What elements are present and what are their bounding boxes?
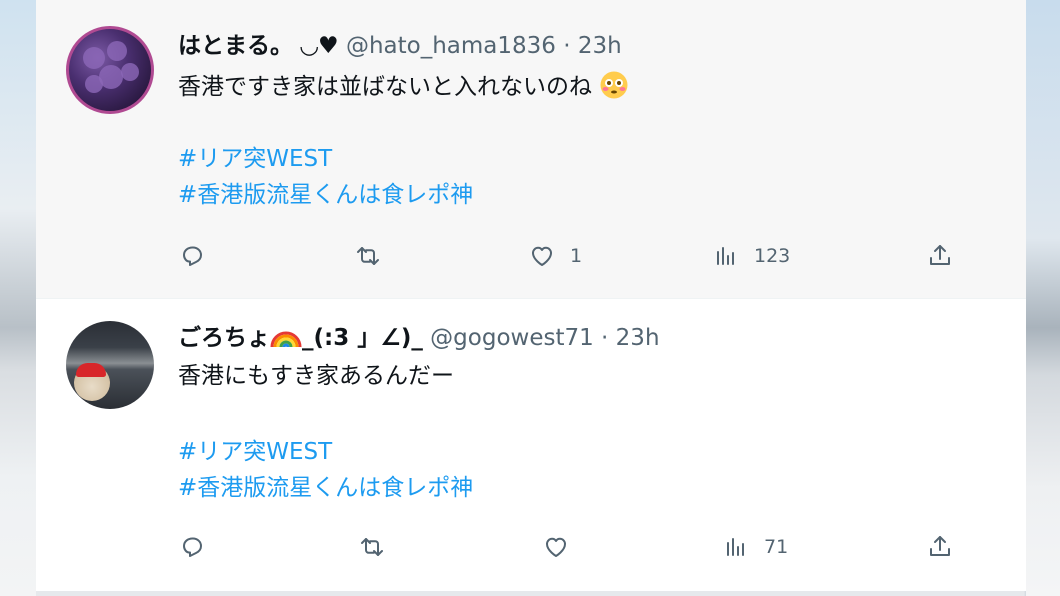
handle-time[interactable]: @gogowest71 · 23h	[430, 325, 659, 351]
share-icon	[930, 536, 950, 556]
retweet-icon	[361, 538, 383, 556]
views-icon	[727, 538, 744, 556]
tweet-text: 香港ですき家は並ばないと入れないのね	[178, 70, 629, 102]
background-right	[1026, 0, 1060, 596]
views-button[interactable]: 123	[712, 236, 790, 276]
hashtag-link[interactable]: #香港版流星くんは食レポ神	[178, 180, 473, 210]
rainbow-icon	[270, 331, 302, 348]
reply-button[interactable]	[178, 236, 206, 276]
display-name[interactable]: ごろちょ	[178, 325, 270, 351]
tweet[interactable]: はとまる。 ◡♥ @hato_hama1836 · 23h 香港ですき家は並ばな…	[36, 0, 1026, 298]
display-name[interactable]: はとまる。	[178, 33, 293, 59]
handle-time[interactable]: @hato_hama1836 · 23h	[346, 33, 622, 59]
hashtag-link[interactable]: #リア突WEST	[178, 144, 332, 174]
avatar[interactable]	[66, 26, 154, 114]
retweet-button[interactable]	[354, 236, 382, 276]
hashtag-link[interactable]: #香港版流星くんは食レポ神	[178, 473, 473, 503]
reply-button[interactable]	[178, 527, 206, 567]
views-icon	[717, 247, 734, 265]
view-count: 123	[754, 245, 791, 267]
retweet-icon	[357, 247, 379, 265]
view-count: 71	[764, 536, 789, 558]
share-icon	[930, 245, 950, 265]
tweet-feed: はとまる。 ◡♥ @hato_hama1836 · 23h 香港ですき家は並ばな…	[36, 0, 1026, 591]
heart-icon	[532, 246, 552, 266]
like-button[interactable]: 1	[528, 236, 582, 276]
tweet[interactable]: ごろちょ _(:3 」∠)_ @gogowest71 · 23h 香港にもすき家…	[36, 298, 1026, 591]
hashtag-link[interactable]: #リア突WEST	[178, 437, 332, 467]
flushed-face-icon	[600, 71, 628, 99]
reply-icon	[183, 537, 202, 557]
background-left	[0, 0, 36, 596]
like-count: 1	[570, 245, 583, 267]
views-button[interactable]: 71	[722, 527, 788, 567]
retweet-button[interactable]	[358, 527, 386, 567]
display-name-suffix: _(:3 」∠)_	[302, 325, 423, 351]
heart-icon	[546, 537, 566, 557]
reply-icon	[183, 246, 202, 266]
like-button[interactable]	[542, 527, 584, 567]
tweet-header: ごろちょ _(:3 」∠)_ @gogowest71 · 23h	[178, 321, 660, 353]
tweet-actions: 1 123	[36, 236, 1026, 276]
tweet-header: はとまる。 ◡♥ @hato_hama1836 · 23h	[178, 31, 622, 61]
display-name-suffix: ◡♥	[300, 33, 339, 59]
tweet-text: 香港にもすき家あるんだー	[178, 363, 454, 389]
tweet-text-content: 香港ですき家は並ばないと入れないのね	[178, 74, 592, 100]
tweet-actions: 71	[36, 527, 1026, 567]
share-button[interactable]	[926, 527, 954, 567]
share-button[interactable]	[926, 236, 954, 276]
avatar[interactable]	[66, 321, 154, 409]
